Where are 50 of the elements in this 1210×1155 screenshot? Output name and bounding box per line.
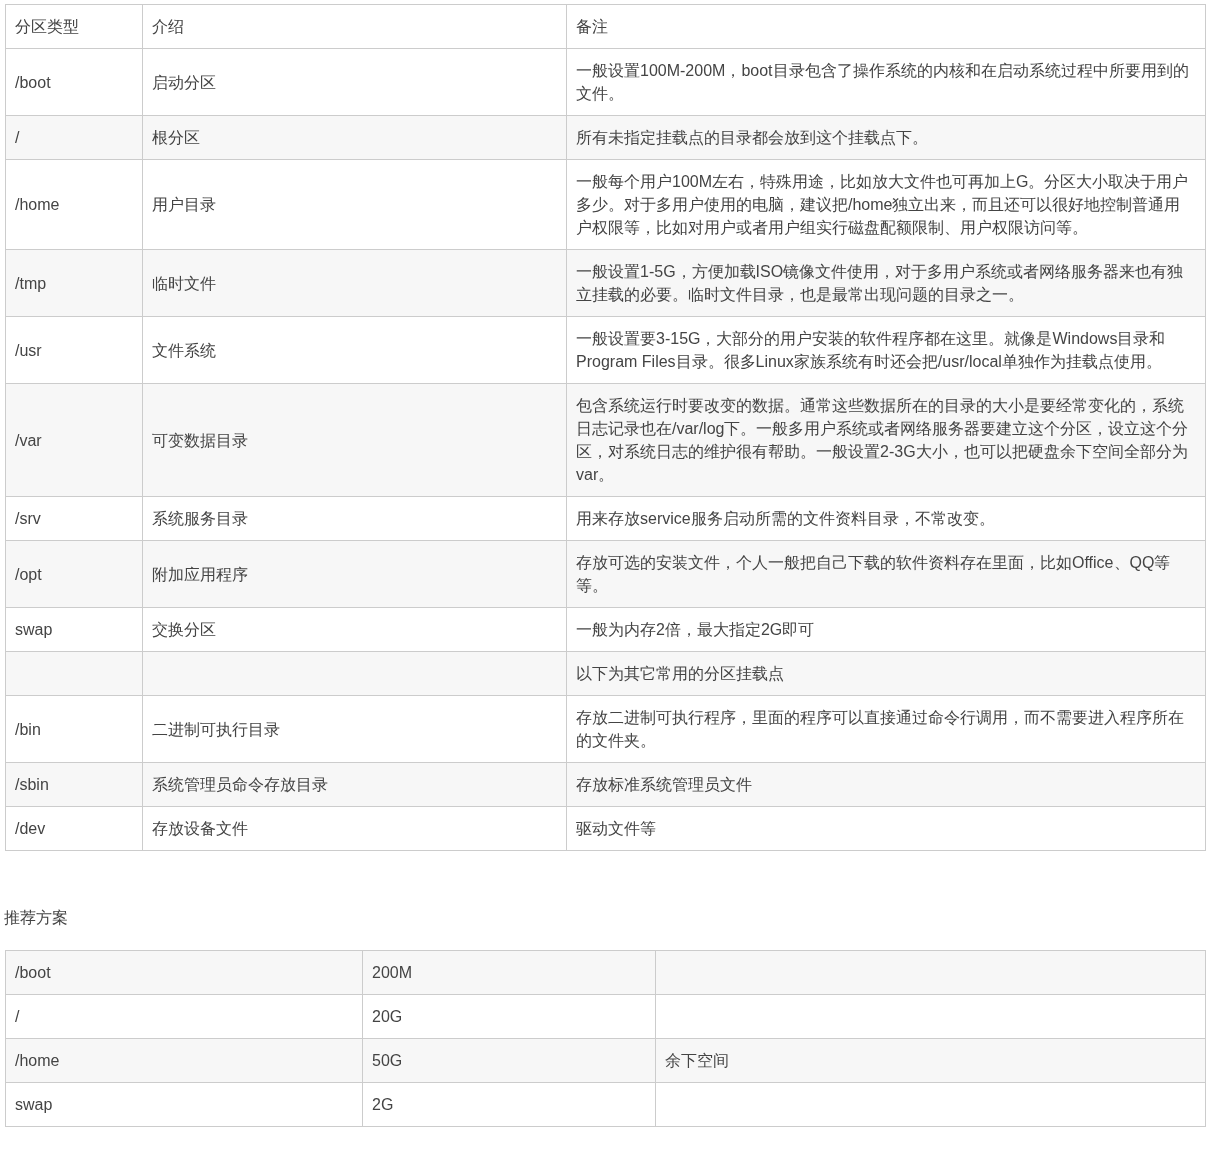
table-cell: 余下空间 (655, 1038, 1206, 1083)
table-cell: 一般设置1-5G，方便加载ISO镜像文件使用，对于多用户系统或者网络服务器来也有独立挂载的必要。临时文件目录，也是最常出现问题的目录之一。 (566, 249, 1206, 317)
table-cell: 2G (362, 1082, 656, 1127)
table-cell: /dev (5, 806, 143, 851)
column-header: 介绍 (142, 4, 567, 49)
table-cell: /home (5, 1038, 363, 1083)
table-cell: /var (5, 383, 143, 497)
table-cell: 用来存放service服务启动所需的文件资料目录，不常改变。 (566, 496, 1206, 541)
table-cell: /bin (5, 695, 143, 763)
table-cell: /boot (5, 48, 143, 116)
table-cell: 根分区 (142, 115, 567, 160)
table-cell: 交换分区 (142, 607, 567, 652)
table-cell: 临时文件 (142, 249, 567, 317)
table-cell: 驱动文件等 (566, 806, 1206, 851)
table-cell: 用户目录 (142, 159, 567, 250)
table-cell: 50G (362, 1038, 656, 1083)
table-cell: 包含系统运行时要改变的数据。通常这些数据所在的目录的大小是要经常变化的，系统日志记录也在/var/log下。一般多用户系统或者网络服务器要建立这个分区，设立这个分区，对系统日志的维护很有帮助。一般设置2-3G大小，也可以把硬盘余下空间全部分为var。 (566, 383, 1206, 497)
table-cell: 存放可选的安装文件，个人一般把自己下载的软件资料存在里面，比如Office、QQ等等。 (566, 540, 1206, 608)
table-cell: / (5, 115, 143, 160)
table-cell: 所有未指定挂载点的目录都会放到这个挂载点下。 (566, 115, 1206, 160)
table-cell: 200M (362, 950, 656, 995)
table-cell: swap (5, 1082, 363, 1127)
table-cell: 附加应用程序 (142, 540, 567, 608)
table-cell: /sbin (5, 762, 143, 807)
table-cell: /usr (5, 316, 143, 384)
table-cell: 存放标准系统管理员文件 (566, 762, 1206, 807)
table-cell: 文件系统 (142, 316, 567, 384)
table-cell: / (5, 994, 363, 1039)
table-cell: 存放二进制可执行程序，里面的程序可以直接通过命令行调用，而不需要进入程序所在的文件夹。 (566, 695, 1206, 763)
table-cell: /opt (5, 540, 143, 608)
table-cell: 系统管理员命令存放目录 (142, 762, 567, 807)
table-cell: swap (5, 607, 143, 652)
column-header: 备注 (566, 4, 1206, 49)
table-cell: 以下为其它常用的分区挂载点 (566, 651, 1206, 696)
column-header: 分区类型 (5, 4, 143, 49)
table-cell: 可变数据目录 (142, 383, 567, 497)
table-cell: 一般为内存2倍，最大指定2G即可 (566, 607, 1206, 652)
table-cell: /tmp (5, 249, 143, 317)
table-cell: 一般设置要3-15G，大部分的用户安装的软件程序都在这里。就像是Windows目录和Program Files目录。很多Linux家族系统有时还会把/usr/local单独作为挂载点使用。 (566, 316, 1206, 384)
table-cell: /boot (5, 950, 363, 995)
table-cell: 20G (362, 994, 656, 1039)
table-cell: 一般设置100M-200M，boot目录包含了操作系统的内核和在启动系统过程中所要用到的文件。 (566, 48, 1206, 116)
table-cell: 启动分区 (142, 48, 567, 116)
table-cell: 一般每个用户100M左右，特殊用途，比如放大文件也可再加上G。分区大小取决于用户多少。对于多用户使用的电脑，建议把/home独立出来，而且还可以很好地控制普通用户权限等，比如对用户或者用户组实行磁盘配额限制、用户权限访问等。 (566, 159, 1206, 250)
section-heading: 推荐方案 (4, 908, 69, 928)
table-cell: /srv (5, 496, 143, 541)
table-cell: /home (5, 159, 143, 250)
table-cell: 存放设备文件 (142, 806, 567, 851)
table-cell: 二进制可执行目录 (142, 695, 567, 763)
table-cell: 系统服务目录 (142, 496, 567, 541)
